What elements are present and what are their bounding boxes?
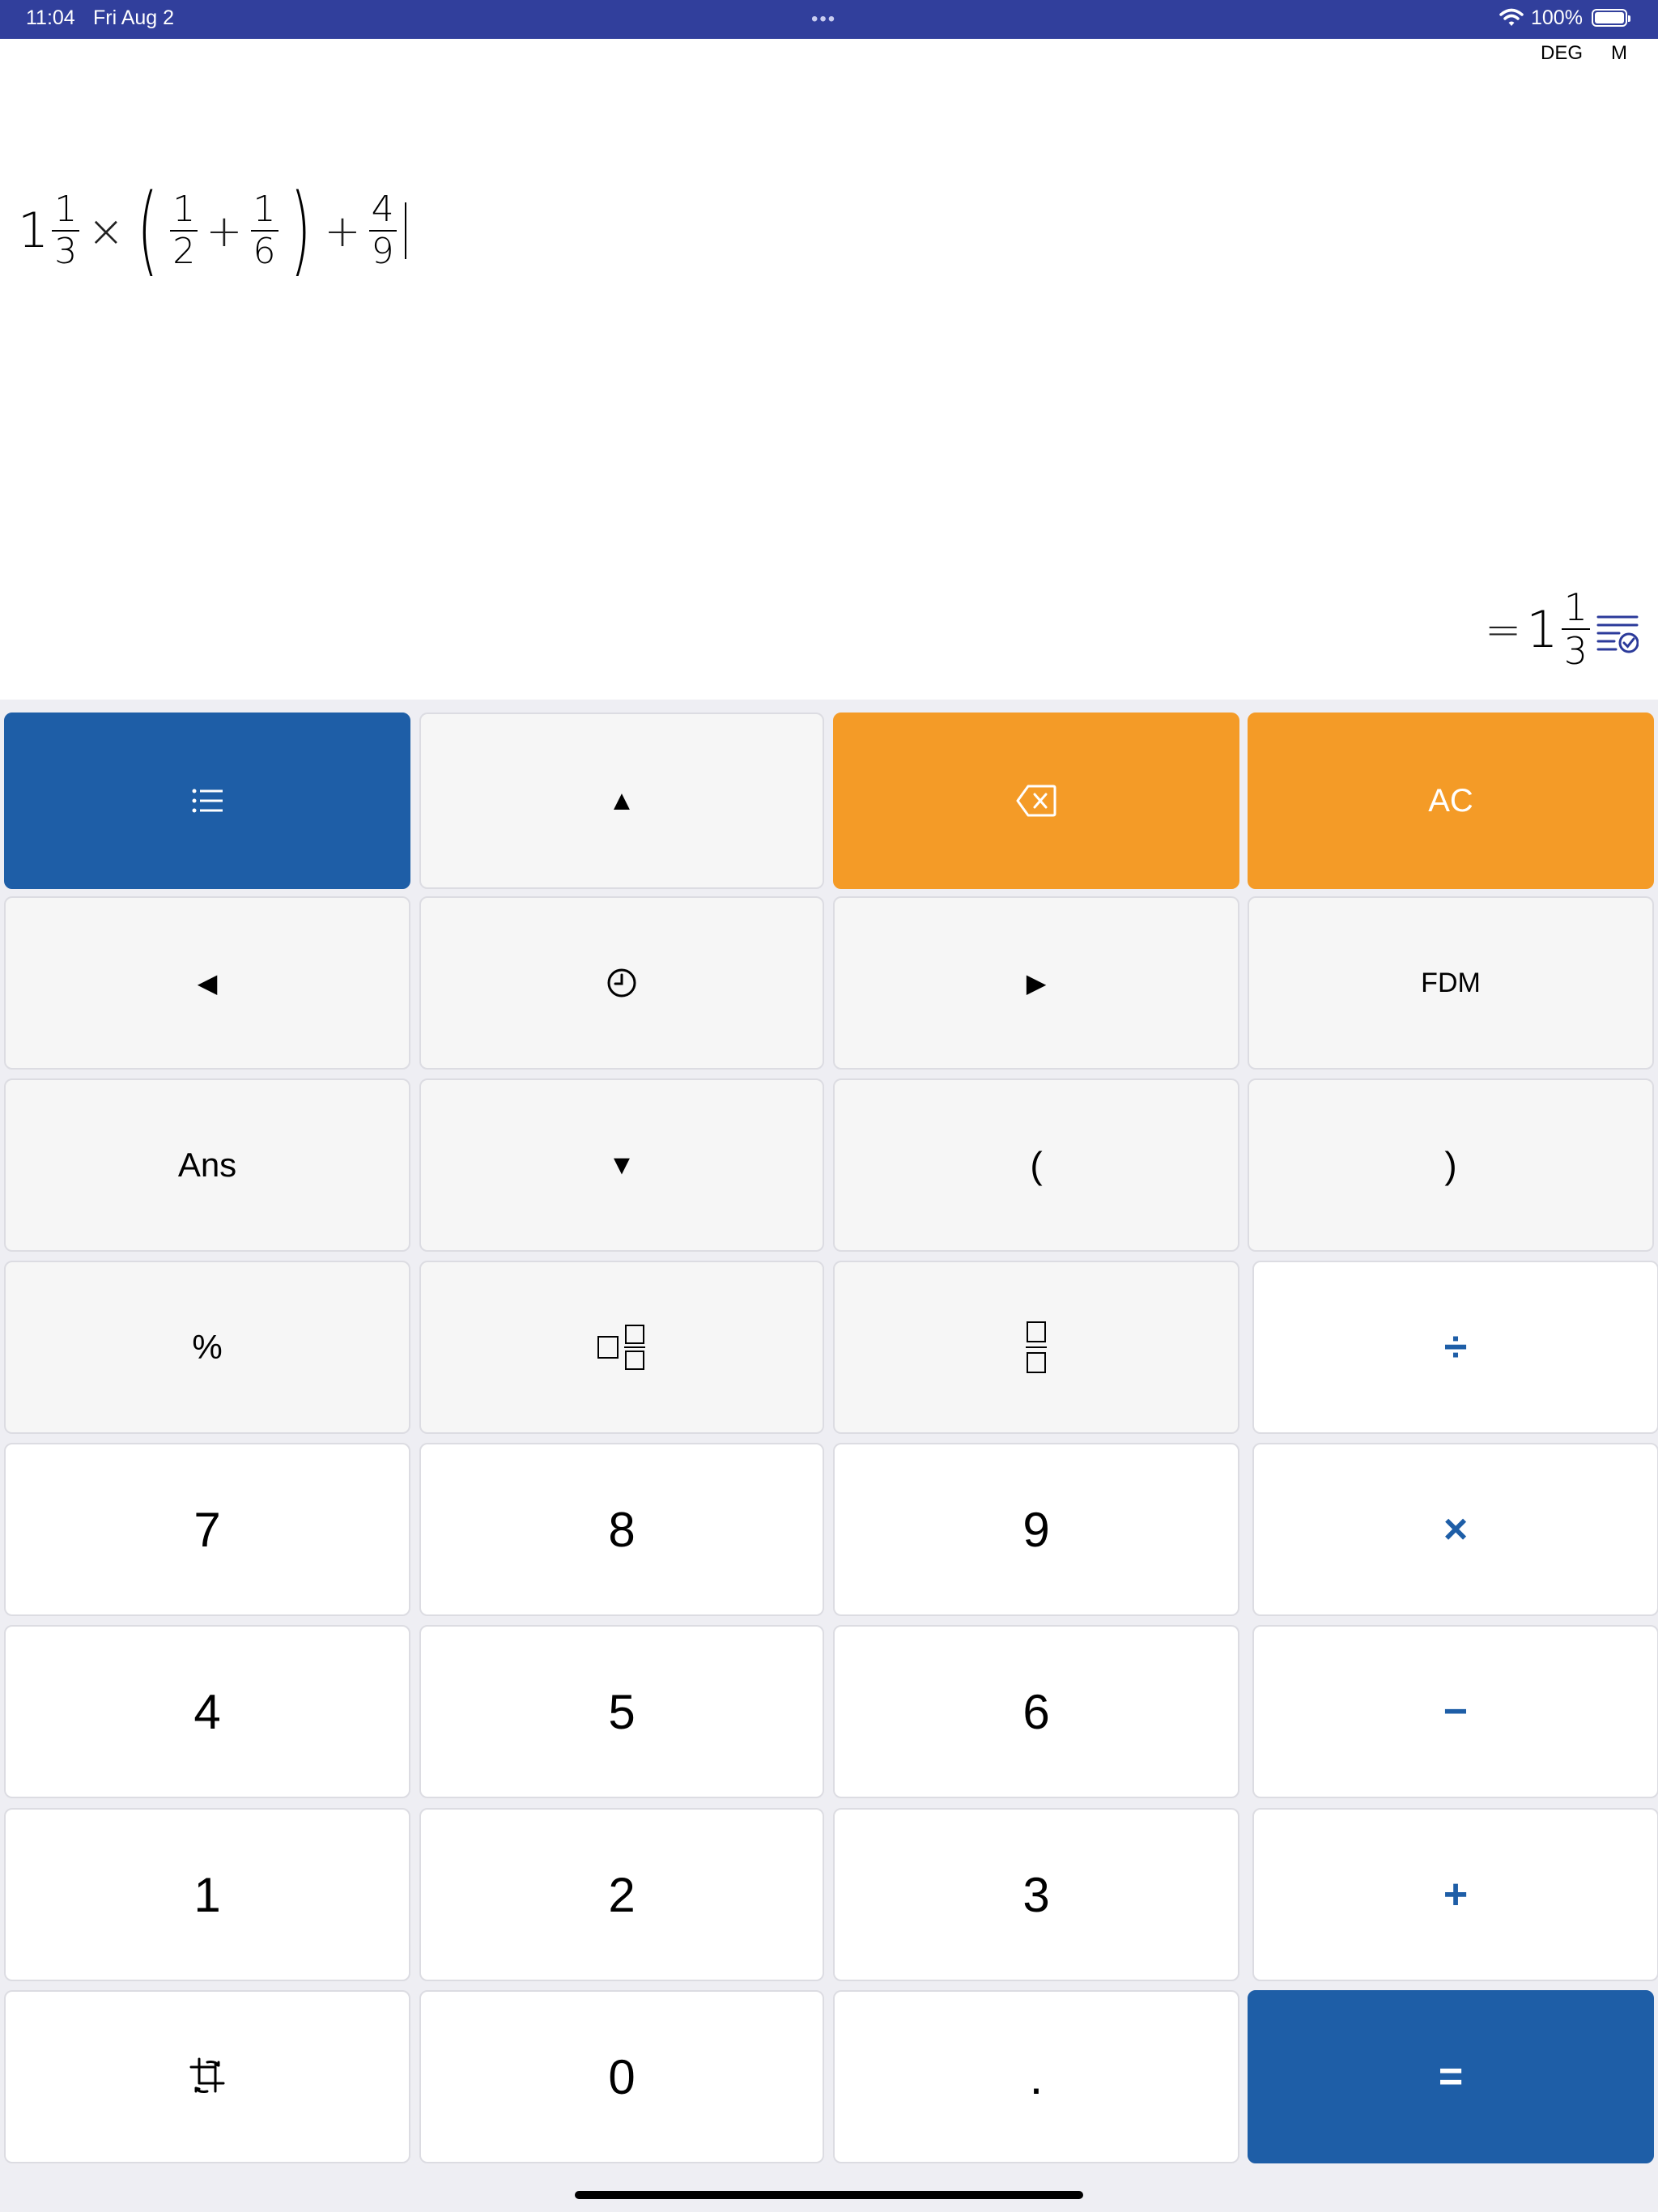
backspace-button[interactable] [833, 713, 1239, 889]
clock-icon [606, 968, 637, 998]
close-paren-button[interactable]: ) [1248, 1078, 1654, 1252]
percent-button[interactable]: % [4, 1261, 410, 1434]
battery-percent: 100% [1531, 6, 1583, 29]
all-clear-button[interactable]: AC [1248, 713, 1654, 889]
status-date: Fri Aug 2 [93, 6, 175, 29]
cursor-down-button[interactable]: ▼ [419, 1078, 824, 1252]
digit-0-button[interactable]: 0 [419, 1990, 824, 2163]
mixed-fraction-button[interactable] [419, 1261, 824, 1434]
digit-2-button[interactable]: 2 [419, 1808, 824, 1981]
fraction-denominator: 3 [54, 231, 78, 272]
divide-button[interactable]: ÷ [1252, 1261, 1658, 1434]
digit-8-button[interactable]: 8 [419, 1443, 824, 1616]
down-arrow-icon: ▼ [608, 1149, 636, 1180]
up-arrow-icon: ▲ [608, 785, 636, 816]
digit-5-button[interactable]: 5 [419, 1625, 824, 1798]
fraction-icon [1025, 1321, 1048, 1374]
decimal-point-button[interactable]: . [833, 1990, 1239, 2163]
battery-icon [1592, 9, 1630, 27]
text-cursor [404, 202, 406, 259]
plus-button[interactable]: + [1252, 1808, 1658, 1981]
fraction-numerator: 1 [54, 189, 78, 230]
mixed-fraction: 1 3 [52, 189, 80, 272]
plus-operator: + [324, 205, 361, 257]
status-time: 11:04 [26, 6, 75, 29]
list-icon [191, 788, 223, 814]
menu-button[interactable] [4, 713, 410, 889]
digit-3-button[interactable]: 3 [833, 1808, 1239, 1981]
close-parenthesis: ) [290, 174, 311, 287]
home-indicator[interactable] [575, 2191, 1083, 2199]
backspace-icon [1016, 785, 1056, 817]
status-bar: 11:04 Fri Aug 2 ••• 100% [0, 0, 1658, 39]
left-arrow-icon: ◀ [197, 968, 218, 998]
equals-sign: = [1485, 603, 1522, 655]
fraction: 1 6 [250, 189, 278, 272]
cursor-left-button[interactable]: ◀ [4, 896, 410, 1070]
crop-button[interactable] [4, 1990, 410, 2163]
angle-mode-indicator: DEG [1541, 42, 1584, 64]
mixed-fraction-icon [597, 1324, 647, 1371]
right-arrow-icon: ▶ [1026, 968, 1047, 998]
cursor-right-button[interactable]: ▶ [833, 896, 1239, 1070]
fraction-denominator: 2 [172, 231, 196, 272]
fraction-denominator: 6 [253, 231, 276, 272]
result-display[interactable]: = 1 1 3 [1480, 585, 1593, 674]
fraction: 4 9 [368, 189, 397, 272]
multitasking-dots[interactable]: ••• [811, 8, 836, 31]
digit-6-button[interactable]: 6 [833, 1625, 1239, 1798]
expression-display[interactable]: 1 1 3 × ( 1 2 + 1 6 ) + 4 9 [18, 178, 406, 283]
fraction-numerator: 1 [1563, 585, 1588, 629]
digit-9-button[interactable]: 9 [833, 1443, 1239, 1616]
crop-rotate-icon [188, 2056, 227, 2098]
digit-7-button[interactable]: 7 [4, 1443, 410, 1616]
result-whole: 1 [1526, 599, 1558, 659]
open-parenthesis: ( [137, 174, 159, 287]
fraction-button[interactable] [833, 1261, 1239, 1434]
fraction-numerator: 1 [172, 189, 196, 230]
cursor-up-button[interactable]: ▲ [419, 713, 824, 889]
ans-button[interactable]: Ans [4, 1078, 410, 1252]
mixed-whole: 1 [18, 202, 49, 259]
fraction-numerator: 1 [253, 189, 276, 230]
keypad: ▲ AC ◀ ▶ FDM Ans ▼ ( ) % ÷ 7 8 9 × 4 5 6… [0, 700, 1658, 2212]
equals-button[interactable]: = [1248, 1990, 1654, 2163]
fraction: 1 2 [170, 189, 198, 272]
history-check-icon[interactable] [1596, 612, 1639, 654]
result-fraction: 1 3 [1561, 585, 1590, 673]
memory-indicator: M [1611, 42, 1627, 64]
fraction-denominator: 3 [1563, 629, 1588, 673]
plus-operator: + [206, 205, 243, 257]
fraction-denominator: 9 [371, 231, 394, 272]
open-paren-button[interactable]: ( [833, 1078, 1239, 1252]
digit-1-button[interactable]: 1 [4, 1808, 410, 1981]
fraction-numerator: 4 [371, 189, 394, 230]
wifi-icon [1499, 8, 1524, 33]
multiply-button[interactable]: × [1252, 1443, 1658, 1616]
digit-4-button[interactable]: 4 [4, 1625, 410, 1798]
minus-button[interactable]: − [1252, 1625, 1658, 1798]
times-operator: × [87, 205, 125, 257]
fdm-button[interactable]: FDM [1248, 896, 1654, 1070]
history-button[interactable] [419, 896, 824, 1070]
